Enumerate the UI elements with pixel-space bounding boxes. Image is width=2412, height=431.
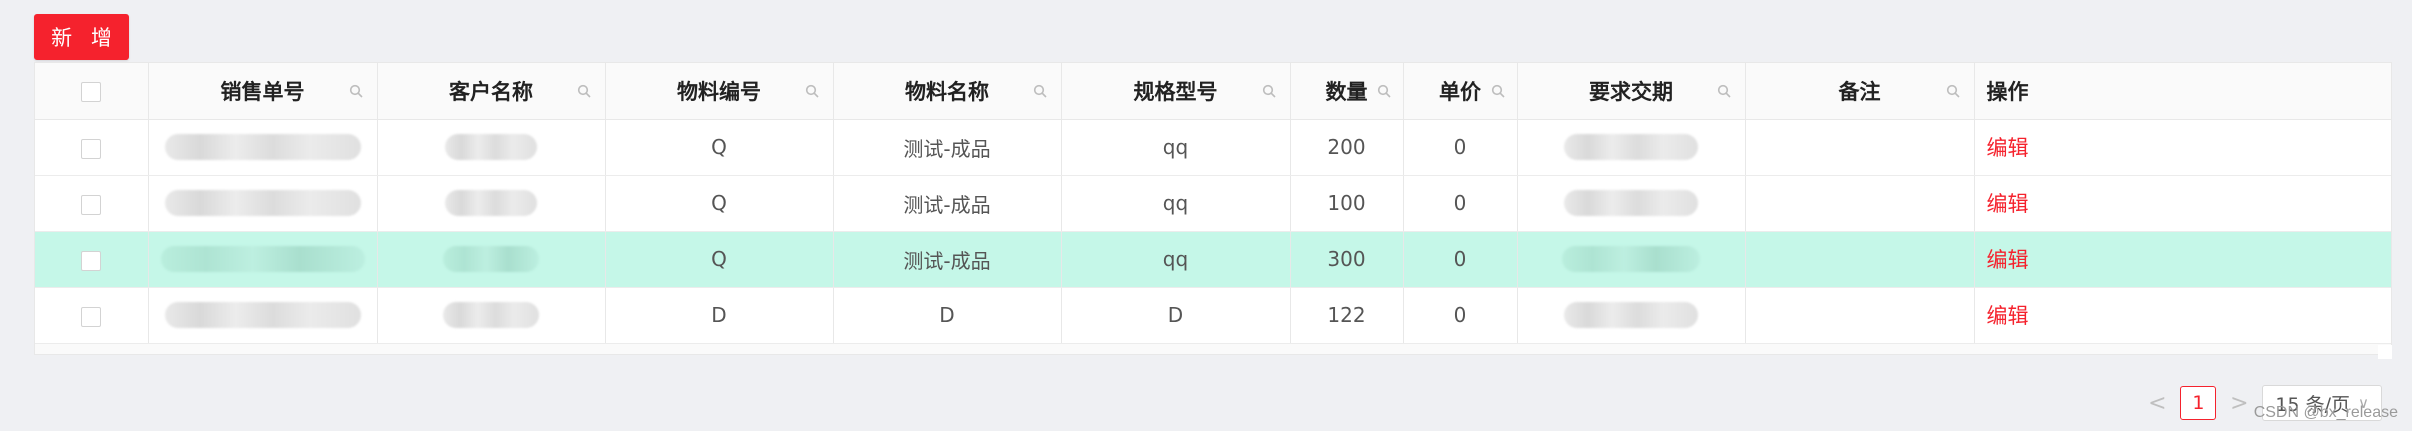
cell-customer <box>377 119 606 176</box>
blurred-customer <box>443 302 539 329</box>
edit-link[interactable]: 编辑 <box>1987 192 2029 216</box>
next-page-button[interactable]: > <box>2228 391 2250 416</box>
blurred-order-no <box>160 246 365 273</box>
row-checkbox[interactable] <box>81 194 102 215</box>
cell-qty: 122 <box>1290 287 1404 344</box>
select-all-cell[interactable] <box>35 63 149 120</box>
table-header-row: 销售单号 客户名称 物料编号 物料名称 规格型号 数量 单价 要求交期 备注 操… <box>35 63 2391 120</box>
row-checkbox[interactable] <box>81 306 102 327</box>
cell-price: 0 <box>1403 231 1518 288</box>
blurred-order-no <box>164 190 361 217</box>
cell-material-code: D <box>605 287 834 344</box>
col-header[interactable]: 数量 <box>1290 63 1404 120</box>
blurred-due-date <box>1564 190 1698 217</box>
cell-price: 0 <box>1403 175 1518 232</box>
cell-actions: 编辑 <box>1974 231 2391 288</box>
col-header[interactable]: 客户名称 <box>377 63 606 120</box>
cell-customer <box>377 231 606 288</box>
search-icon[interactable] <box>349 84 363 98</box>
blurred-customer <box>445 134 537 161</box>
row-select-cell[interactable] <box>35 175 149 232</box>
search-icon[interactable] <box>1491 84 1505 98</box>
col-header[interactable]: 要求交期 <box>1517 63 1746 120</box>
cell-price: 0 <box>1403 287 1518 344</box>
cell-actions: 编辑 <box>1974 175 2391 232</box>
cell-material-code: Q <box>605 231 834 288</box>
table-row-highlighted[interactable]: Q 测试-成品 qq 300 0 编辑 <box>35 231 2391 288</box>
search-icon[interactable] <box>1033 84 1047 98</box>
col-header[interactable]: 物料名称 <box>833 63 1062 120</box>
watermark-text: CSDN @bx_release <box>2253 404 2398 421</box>
edit-link[interactable]: 编辑 <box>1987 248 2029 272</box>
cell-qty: 200 <box>1290 119 1404 176</box>
search-icon[interactable] <box>1946 84 1960 98</box>
search-icon[interactable] <box>805 84 819 98</box>
blurred-order-no <box>164 302 361 329</box>
search-icon[interactable] <box>1262 84 1276 98</box>
blurred-order-no <box>164 134 361 161</box>
prev-page-button[interactable]: < <box>2146 391 2168 416</box>
sales-order-table: 销售单号 客户名称 物料编号 物料名称 规格型号 数量 单价 要求交期 备注 操… <box>34 62 2392 355</box>
table-row[interactable]: D D D 122 0 编辑 <box>35 287 2391 344</box>
cell-order-no <box>148 287 378 344</box>
blurred-customer <box>445 190 537 217</box>
cell-actions: 编辑 <box>1974 119 2391 176</box>
cell-due-date <box>1517 175 1746 232</box>
cell-remark <box>1745 119 1975 176</box>
col-header-actions: 操作 <box>1974 63 2391 120</box>
cell-spec: D <box>1061 287 1291 344</box>
cell-order-no <box>148 175 378 232</box>
scrollbar-corner <box>2378 345 2392 359</box>
row-select-cell[interactable] <box>35 231 149 288</box>
cell-due-date <box>1517 231 1746 288</box>
cell-customer <box>377 175 606 232</box>
cell-qty: 100 <box>1290 175 1404 232</box>
row-checkbox[interactable] <box>81 250 102 271</box>
cell-material-code: Q <box>605 119 834 176</box>
table-row[interactable]: Q 测试-成品 qq 100 0 编辑 <box>35 175 2391 232</box>
cell-price: 0 <box>1403 119 1518 176</box>
cell-material-name: 测试-成品 <box>833 175 1062 232</box>
row-select-cell[interactable] <box>35 287 149 344</box>
col-header[interactable]: 备注 <box>1745 63 1975 120</box>
blurred-due-date <box>1564 302 1698 329</box>
blurred-customer <box>443 246 539 273</box>
cell-remark <box>1745 231 1975 288</box>
cell-customer <box>377 287 606 344</box>
cell-spec: qq <box>1061 119 1291 176</box>
cell-qty: 300 <box>1290 231 1404 288</box>
cell-remark <box>1745 287 1975 344</box>
cell-spec: qq <box>1061 231 1291 288</box>
blurred-due-date <box>1562 246 1700 273</box>
cell-order-no <box>148 231 378 288</box>
col-header[interactable]: 物料编号 <box>605 63 834 120</box>
row-select-cell[interactable] <box>35 119 149 176</box>
edit-link[interactable]: 编辑 <box>1987 136 2029 160</box>
search-icon[interactable] <box>1717 84 1731 98</box>
cell-material-name: D <box>833 287 1062 344</box>
col-header[interactable]: 单价 <box>1403 63 1518 120</box>
cell-due-date <box>1517 287 1746 344</box>
cell-order-no <box>148 119 378 176</box>
search-icon[interactable] <box>1377 84 1391 98</box>
col-header[interactable]: 规格型号 <box>1061 63 1291 120</box>
cell-due-date <box>1517 119 1746 176</box>
edit-link[interactable]: 编辑 <box>1987 304 2029 328</box>
cell-spec: qq <box>1061 175 1291 232</box>
page-number-current[interactable]: 1 <box>2180 386 2217 420</box>
table-row[interactable]: Q 测试-成品 qq 200 0 编辑 <box>35 119 2391 176</box>
cell-material-name: 测试-成品 <box>833 119 1062 176</box>
col-header[interactable]: 销售单号 <box>148 63 378 120</box>
blurred-due-date <box>1564 134 1698 161</box>
select-all-checkbox[interactable] <box>81 81 102 102</box>
cell-material-name: 测试-成品 <box>833 231 1062 288</box>
add-button[interactable]: 新 增 <box>34 14 129 60</box>
cell-actions: 编辑 <box>1974 287 2391 344</box>
cell-material-code: Q <box>605 175 834 232</box>
cell-remark <box>1745 175 1975 232</box>
row-checkbox[interactable] <box>81 138 102 159</box>
search-icon[interactable] <box>577 84 591 98</box>
